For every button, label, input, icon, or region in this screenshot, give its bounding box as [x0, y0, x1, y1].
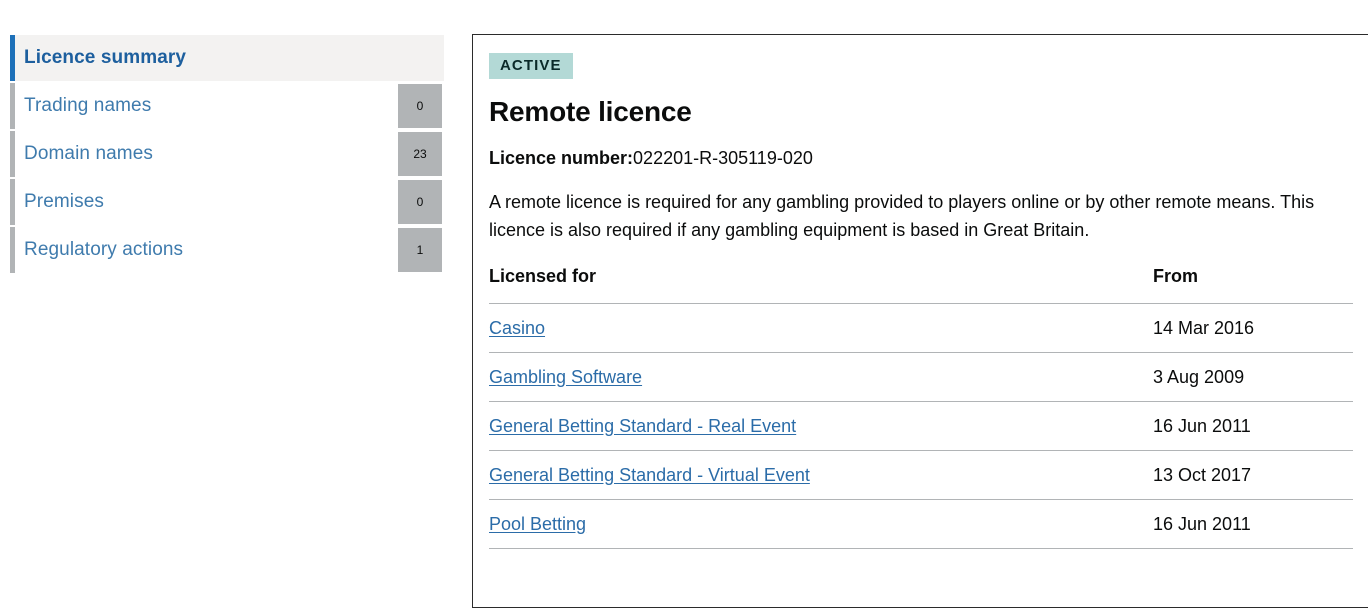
table-row: General Betting Standard - Real Event 16…: [489, 401, 1353, 452]
column-header-from: From: [1153, 266, 1353, 305]
sidebar-item-licence-summary[interactable]: Licence summary: [0, 34, 452, 82]
table-cell-from: 14 Mar 2016: [1153, 303, 1353, 354]
sidebar-item-label: Premises: [24, 191, 104, 212]
sidebar-item-regulatory-actions[interactable]: Regulatory actions 1: [0, 226, 452, 274]
table-cell-from: 16 Jun 2011: [1153, 401, 1353, 452]
page-title: Remote licence: [489, 96, 692, 127]
table-row: Pool Betting 16 Jun 2011: [489, 499, 1353, 550]
licence-detail-panel: ACTIVE Remote licence Licence number:022…: [472, 34, 1368, 608]
licensed-for-link[interactable]: General Betting Standard - Real Event: [489, 416, 796, 436]
sidebar-item-domain-names[interactable]: Domain names 23: [0, 130, 452, 178]
licence-number-value: 022201-R-305119-020: [633, 148, 813, 169]
table-cell-licensed-for: Pool Betting: [489, 499, 1153, 550]
licence-number-line: Licence number:022201-R-305119-020: [489, 146, 1368, 170]
sidebar-item-label: Licence summary: [24, 47, 187, 68]
licence-number-label: Licence number:: [489, 148, 634, 169]
licensed-for-link[interactable]: General Betting Standard - Virtual Event: [489, 465, 810, 485]
column-header-licensed-for: Licensed for: [489, 266, 1153, 305]
licensed-for-link[interactable]: Pool Betting: [489, 514, 586, 534]
sidebar-count-badge: 0: [398, 180, 442, 224]
sidebar-count-badge: 1: [398, 228, 442, 272]
panel-content: ACTIVE Remote licence Licence number:022…: [473, 35, 1368, 550]
table-body: Casino 14 Mar 2016 Gambling Software 3 A…: [489, 303, 1353, 550]
table-cell-from: 13 Oct 2017: [1153, 450, 1353, 501]
page-root: Licence summary Trading names 0 Domain n…: [0, 0, 1368, 616]
table-cell-from: 3 Aug 2009: [1153, 352, 1353, 403]
table-cell-from: 16 Jun 2011: [1153, 499, 1353, 550]
table-row: General Betting Standard - Virtual Event…: [489, 450, 1353, 501]
status-badge: ACTIVE: [489, 53, 573, 79]
table-cell-licensed-for: Gambling Software: [489, 352, 1153, 403]
licensed-for-table: Licensed for From Casino 14 Mar 2016 Gam…: [489, 266, 1353, 550]
table-cell-licensed-for: General Betting Standard - Real Event: [489, 401, 1153, 452]
licence-description: A remote licence is required for any gam…: [489, 192, 1315, 241]
sidebar-count-badge: 0: [398, 84, 442, 128]
licence-sidebar-nav: Licence summary Trading names 0 Domain n…: [0, 34, 452, 274]
sidebar-item-label: Regulatory actions: [24, 239, 184, 260]
table-head: Licensed for From: [489, 266, 1353, 305]
table-cell-licensed-for: Casino: [489, 303, 1153, 354]
table-cell-licensed-for: General Betting Standard - Virtual Event: [489, 450, 1153, 501]
table-row: Casino 14 Mar 2016: [489, 303, 1353, 354]
licensed-for-link[interactable]: Gambling Software: [489, 367, 642, 387]
licensed-for-link[interactable]: Casino: [489, 318, 545, 338]
sidebar-item-label: Trading names: [24, 95, 152, 116]
sidebar-item-trading-names[interactable]: Trading names 0: [0, 82, 452, 130]
sidebar-item-label: Domain names: [24, 143, 153, 164]
table-header-row: Licensed for From: [489, 266, 1353, 305]
table-row: Gambling Software 3 Aug 2009: [489, 352, 1353, 403]
sidebar-item-premises[interactable]: Premises 0: [0, 178, 452, 226]
sidebar-count-badge: 23: [398, 132, 442, 176]
